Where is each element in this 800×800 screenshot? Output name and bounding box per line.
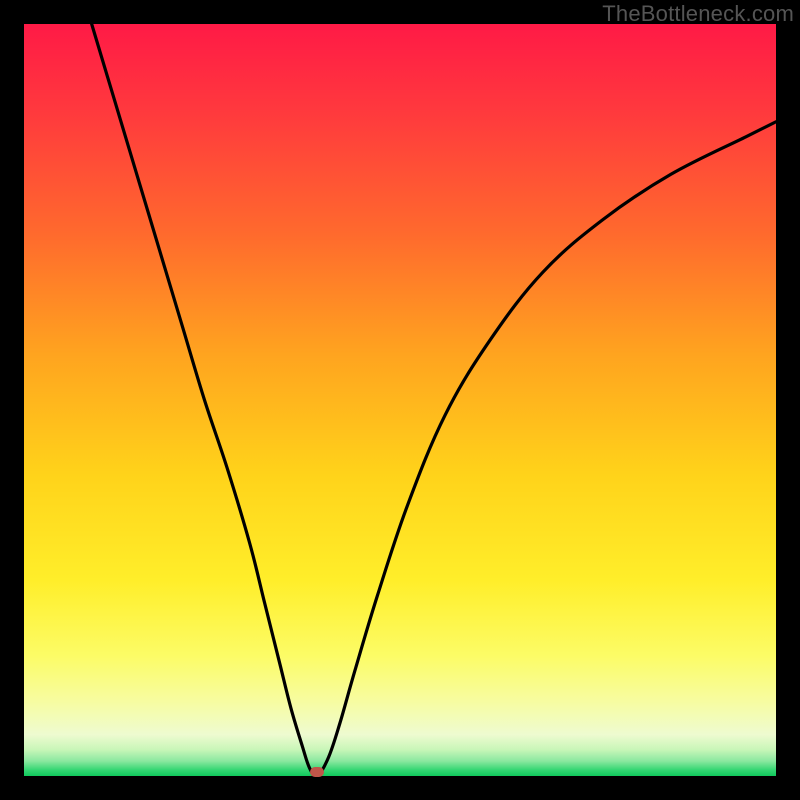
watermark-text: TheBottleneck.com xyxy=(602,1,794,27)
chart-frame xyxy=(24,24,776,776)
gradient-background xyxy=(24,24,776,776)
optimal-point-marker xyxy=(310,767,324,777)
chart-svg xyxy=(24,24,776,776)
